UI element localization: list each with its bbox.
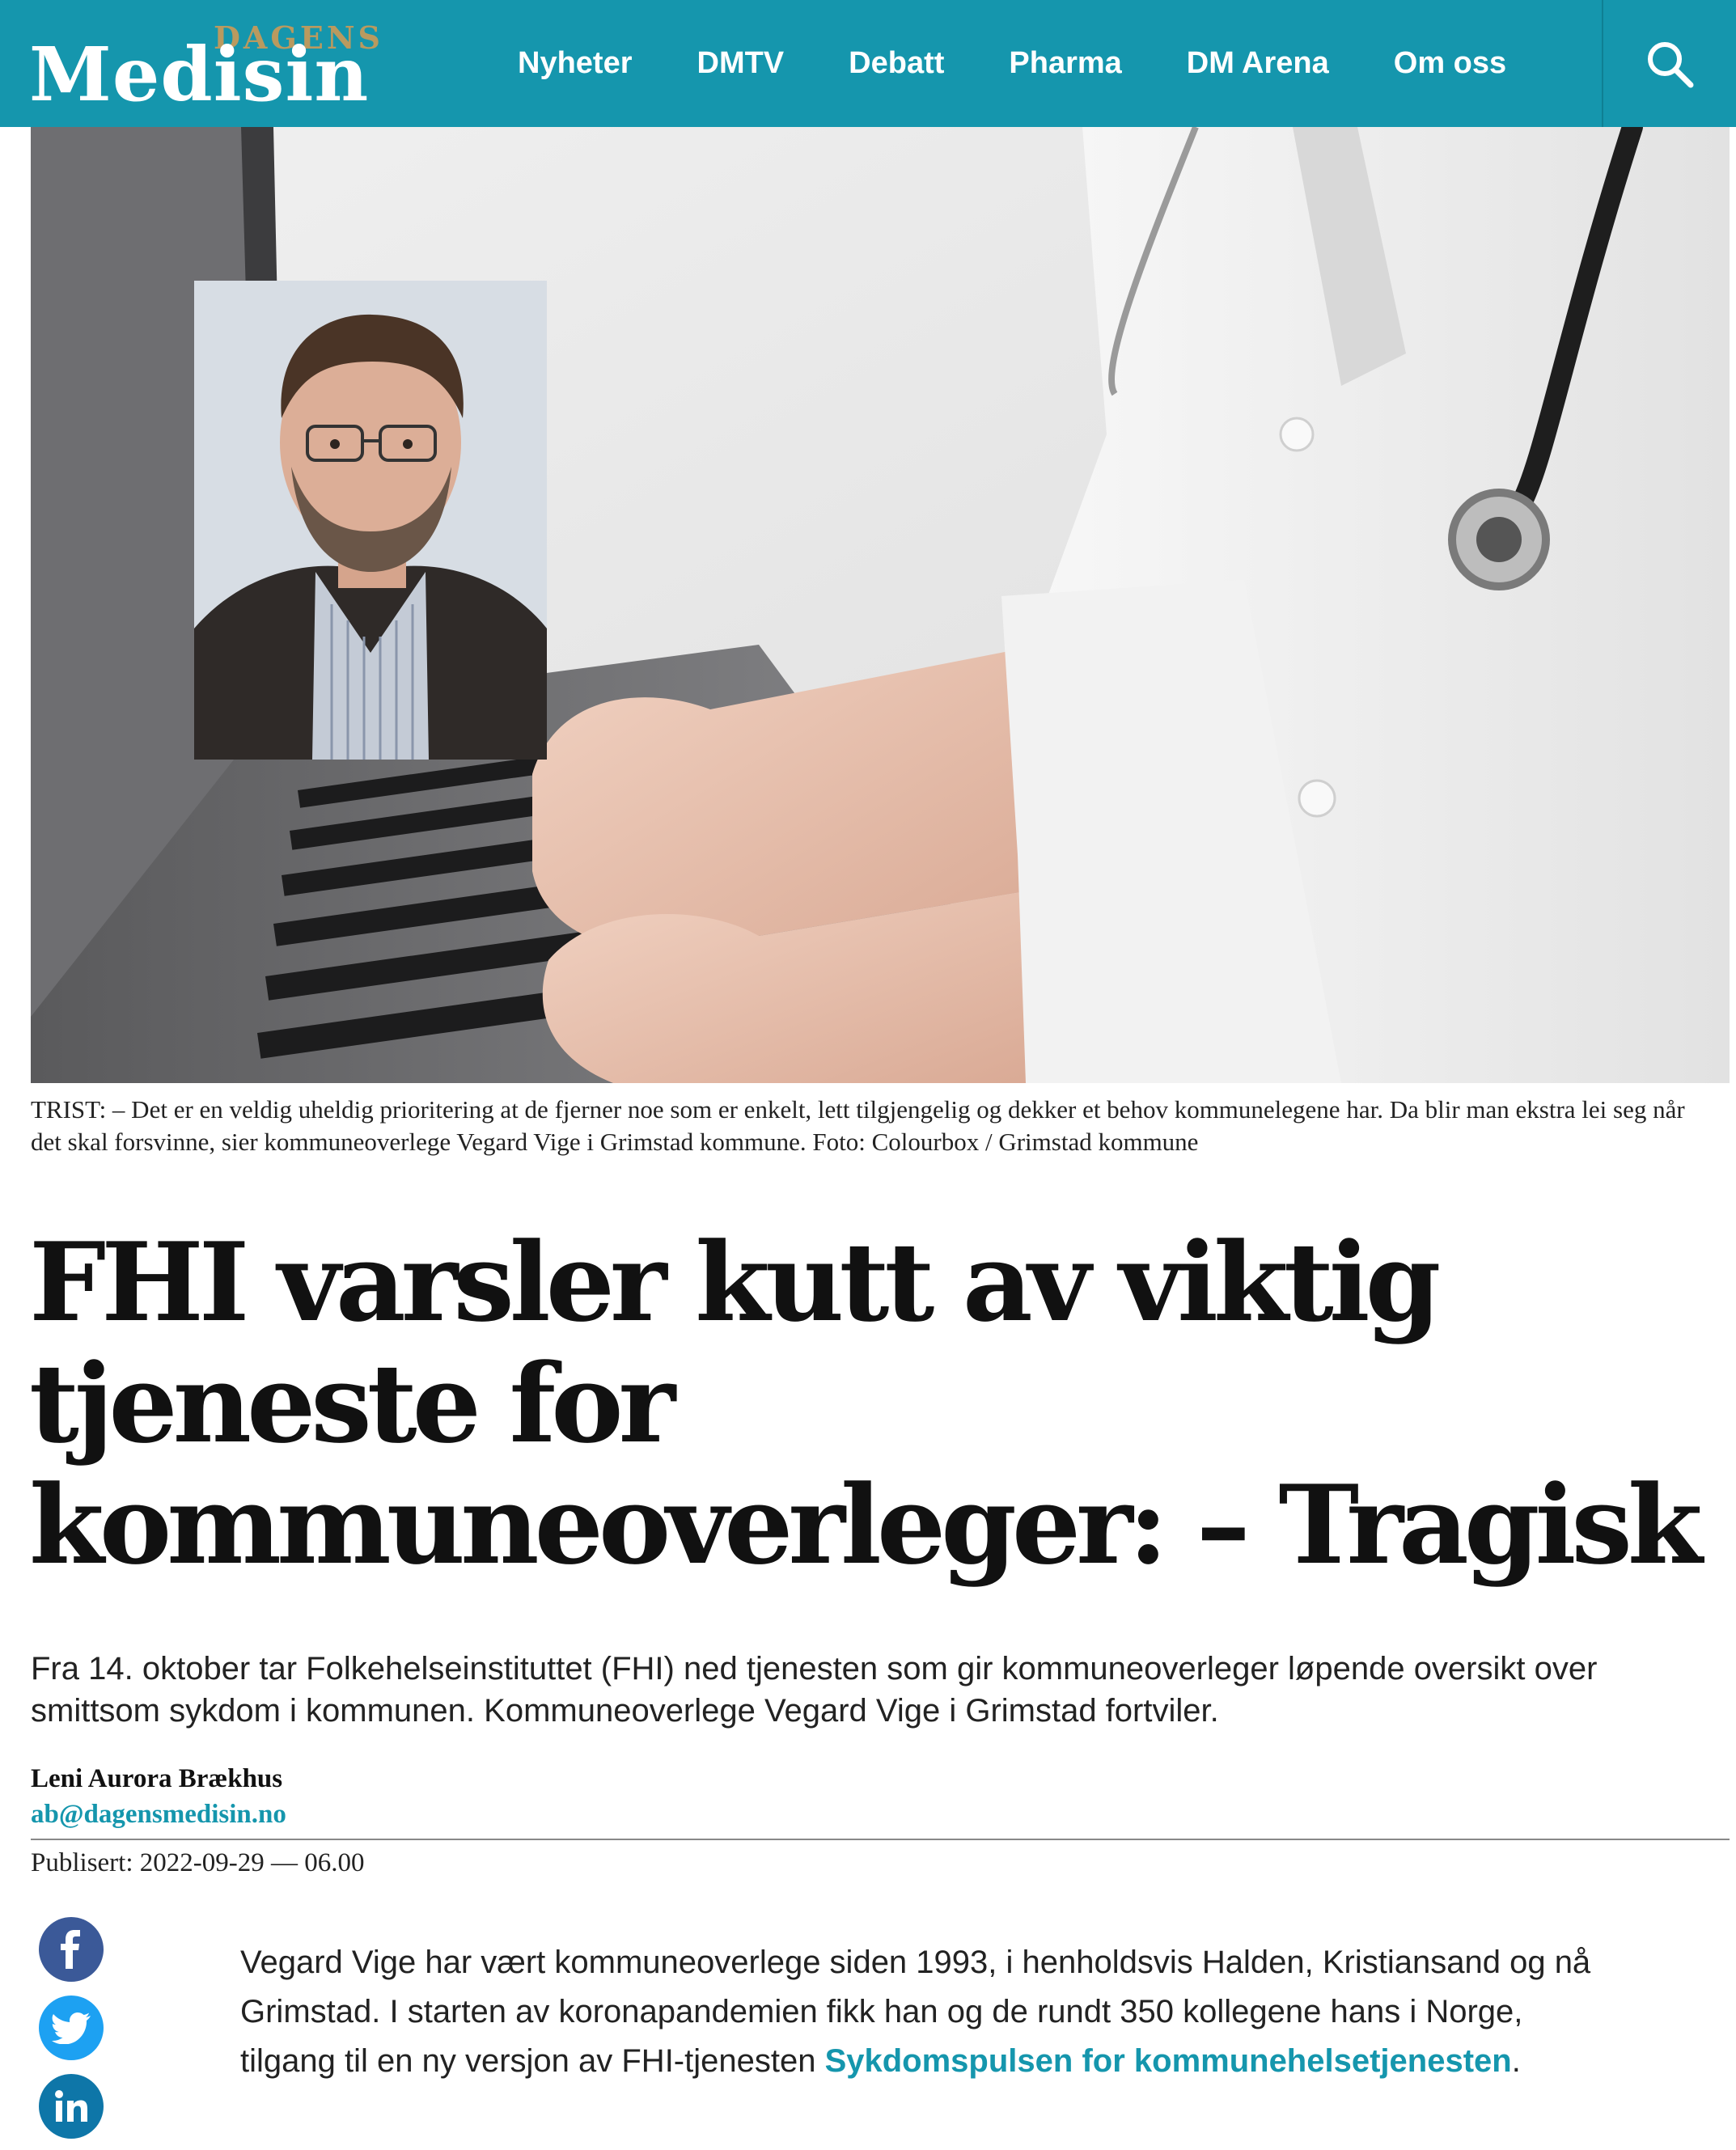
portrait-illustration (194, 281, 547, 760)
author-name: Leni Aurora Brækhus (31, 1764, 283, 1793)
nav-item-pharma[interactable]: Pharma (1009, 46, 1121, 81)
article-lead: Fra 14. oktober tar Folkehelseinstitutte… (31, 1651, 1598, 1729)
share-linkedin-button[interactable] (39, 2074, 104, 2139)
share-facebook-button[interactable] (39, 1917, 104, 1982)
nav-item-debatt[interactable]: Debatt (849, 46, 944, 81)
hero-image (31, 127, 1730, 1083)
article-body-paragraph: Vegard Vige har vært kommuneoverlege sid… (240, 1938, 1615, 2086)
hero-caption: TRIST: – Det er en veldig uheldig priori… (31, 1095, 1685, 1156)
nav-item-om-oss[interactable]: Om oss (1394, 46, 1506, 81)
main-nav: Nyheter DMTV Debatt Pharma DM Arena Om o… (518, 0, 1571, 127)
portrait-photo (194, 281, 547, 760)
logo-medisin-text: Medisin (29, 31, 370, 118)
site-header: DAGENS Medisin Nyheter DMTV Debatt Pharm… (0, 0, 1736, 127)
article-headline: FHI varsler kutt av viktig tjeneste for … (29, 1218, 1703, 1589)
author-email-link[interactable]: ab@dagensmedisin.no (31, 1797, 286, 1831)
body-text-end: . (1511, 2043, 1521, 2079)
sykdomspulsen-link[interactable]: Sykdomspulsen for kommunehelsetjenesten (825, 2043, 1512, 2079)
share-twitter-button[interactable] (39, 1996, 104, 2060)
site-logo[interactable]: DAGENS Medisin (29, 18, 393, 115)
facebook-icon (61, 1930, 80, 1969)
published-date: Publisert: 2022-09-29 — 06.00 (31, 1848, 365, 1877)
nav-item-nyheter[interactable]: Nyheter (518, 46, 633, 81)
search-button[interactable] (1602, 0, 1736, 127)
byline-divider (31, 1839, 1730, 1840)
nav-item-dmtv[interactable]: DMTV (697, 46, 785, 81)
twitter-icon (52, 2012, 91, 2044)
linkedin-icon (55, 2090, 87, 2122)
nav-item-dm-arena[interactable]: DM Arena (1187, 46, 1329, 81)
search-icon (1648, 41, 1694, 87)
